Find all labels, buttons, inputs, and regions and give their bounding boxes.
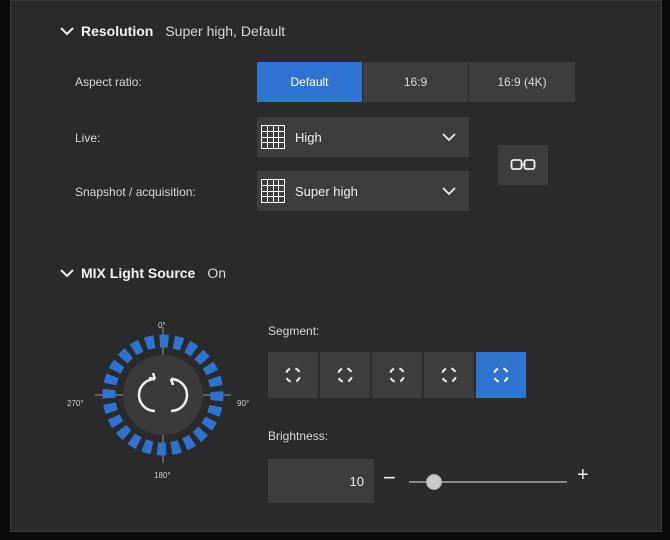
- resolution-section-header[interactable]: Resolution Super high, Default: [59, 23, 285, 39]
- chevron-down-icon: [442, 133, 456, 142]
- snapshot-label: Snapshot / acquisition:: [75, 185, 196, 199]
- segment-ring-icon: [493, 367, 509, 383]
- brightness-slider-track[interactable]: [409, 474, 567, 490]
- aspect-option-16-9-4k[interactable]: 16:9 (4K): [469, 62, 575, 102]
- segment-button-4[interactable]: [424, 352, 474, 398]
- segment-ring-icon: [285, 367, 301, 383]
- segment-ring-icon: [389, 367, 405, 383]
- mix-light-title: MIX Light Source: [81, 265, 196, 281]
- dial-ring: [95, 327, 231, 463]
- mix-light-summary: On: [207, 265, 227, 281]
- snapshot-resolution-value: Super high: [295, 183, 358, 199]
- dial-label-0: 0°: [158, 321, 166, 330]
- segment-label: Segment:: [268, 324, 320, 338]
- segment-button-2[interactable]: [320, 352, 370, 398]
- aspect-option-default[interactable]: Default: [257, 62, 363, 102]
- segment-ring-icon: [441, 367, 457, 383]
- segment-button-5[interactable]: [476, 352, 526, 398]
- segment-selector: [268, 352, 526, 398]
- live-resolution-value: High: [295, 129, 322, 145]
- link-icon: [510, 159, 536, 170]
- snapshot-resolution-select[interactable]: Super high: [257, 171, 469, 211]
- dial-label-270: 270°: [67, 399, 84, 408]
- brightness-input[interactable]: 10: [268, 459, 374, 503]
- segment-button-1[interactable]: [268, 352, 318, 398]
- aspect-option-16-9[interactable]: 16:9: [363, 62, 469, 102]
- rotation-dial[interactable]: [95, 327, 231, 463]
- resolution-summary: Super high, Default: [165, 23, 286, 39]
- aspect-ratio-selector: Default 16:9 16:9 (4K): [257, 62, 575, 102]
- brightness-label: Brightness:: [268, 429, 329, 443]
- segment-ring-icon: [337, 367, 353, 383]
- dial-label-90: 90°: [237, 399, 250, 408]
- brightness-decrease-button[interactable]: −: [383, 465, 396, 491]
- resolution-grid-icon: [261, 125, 285, 149]
- dial-label-180: 180°: [154, 471, 171, 480]
- mix-light-section-header[interactable]: MIX Light Source On: [59, 265, 226, 281]
- link-settings-button[interactable]: [498, 145, 548, 185]
- segment-button-3[interactable]: [372, 352, 422, 398]
- live-label: Live:: [75, 131, 101, 145]
- resolution-title: Resolution: [81, 23, 154, 39]
- chevron-down-icon: [60, 27, 74, 36]
- brightness-increase-button[interactable]: +: [577, 464, 589, 487]
- live-resolution-select[interactable]: High: [257, 117, 469, 157]
- settings-panel: Resolution Super high, Default Aspect ra…: [10, 0, 662, 532]
- aspect-ratio-label: Aspect ratio:: [75, 75, 142, 89]
- chevron-down-icon: [60, 269, 74, 278]
- chevron-down-icon: [442, 187, 456, 196]
- resolution-grid-icon: [261, 179, 285, 203]
- brightness-slider-thumb[interactable]: [426, 474, 443, 490]
